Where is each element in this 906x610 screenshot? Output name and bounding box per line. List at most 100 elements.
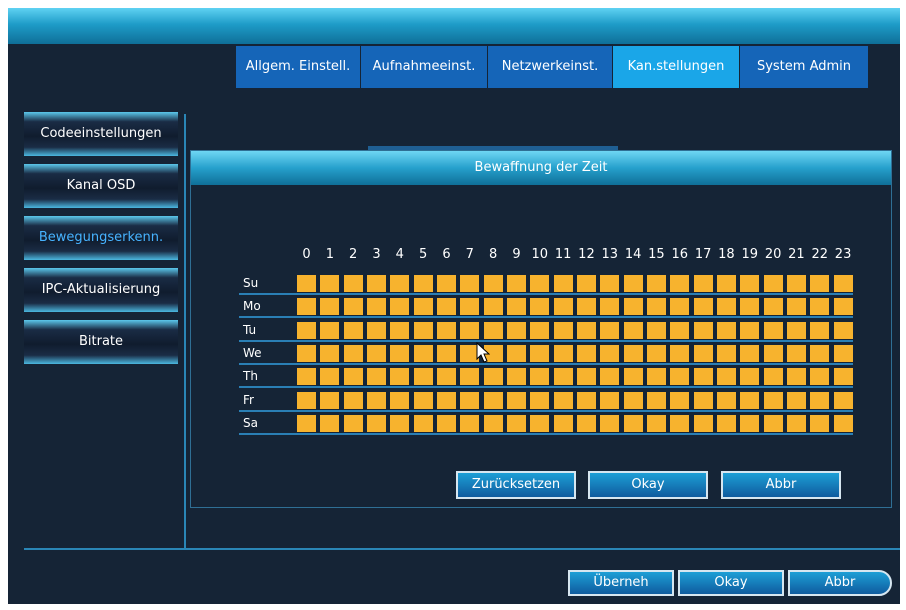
schedule-cell[interactable] — [693, 344, 713, 362]
schedule-cell[interactable] — [763, 368, 783, 386]
schedule-cell[interactable] — [413, 321, 433, 339]
schedule-cell[interactable] — [716, 275, 736, 292]
schedule-cell[interactable] — [553, 275, 573, 292]
schedule-cell[interactable] — [460, 368, 480, 386]
schedule-cell[interactable] — [833, 321, 853, 339]
apply-button[interactable]: Überneh — [568, 570, 674, 596]
schedule-cell[interactable] — [390, 298, 410, 316]
schedule-cell[interactable] — [436, 321, 456, 339]
sidebar-item-code-settings[interactable]: Codeeinstellungen — [24, 112, 178, 156]
schedule-cell[interactable] — [810, 368, 830, 386]
schedule-cell[interactable] — [740, 414, 760, 432]
schedule-cell[interactable] — [483, 321, 503, 339]
schedule-cell[interactable] — [576, 298, 596, 316]
schedule-cell[interactable] — [670, 368, 690, 386]
schedule-cell[interactable] — [833, 368, 853, 386]
schedule-cell[interactable] — [436, 298, 456, 316]
schedule-cell[interactable] — [786, 368, 806, 386]
schedule-cell[interactable] — [343, 414, 363, 432]
schedule-cell[interactable] — [670, 298, 690, 316]
tab-system-admin[interactable]: System Admin — [740, 46, 868, 88]
schedule-cell[interactable] — [786, 391, 806, 409]
schedule-cell[interactable] — [623, 321, 643, 339]
schedule-cell[interactable] — [600, 344, 620, 362]
schedule-cell[interactable] — [600, 298, 620, 316]
schedule-cell[interactable] — [740, 344, 760, 362]
schedule-cell[interactable] — [576, 368, 596, 386]
schedule-cell[interactable] — [413, 368, 433, 386]
schedule-cell[interactable] — [670, 275, 690, 292]
schedule-cell[interactable] — [413, 414, 433, 432]
schedule-cell[interactable] — [483, 275, 503, 292]
schedule-cell[interactable] — [553, 414, 573, 432]
sidebar-item-bitrate[interactable]: Bitrate — [24, 320, 178, 364]
schedule-cell[interactable] — [600, 275, 620, 292]
schedule-cell[interactable] — [716, 321, 736, 339]
schedule-cell[interactable] — [553, 298, 573, 316]
schedule-cell[interactable] — [343, 391, 363, 409]
schedule-cell[interactable] — [343, 344, 363, 362]
schedule-cell[interactable] — [810, 344, 830, 362]
ok-button[interactable]: Okay — [678, 570, 784, 596]
schedule-cell[interactable] — [413, 391, 433, 409]
schedule-cell[interactable] — [786, 414, 806, 432]
schedule-cell[interactable] — [693, 368, 713, 386]
schedule-cell[interactable] — [366, 391, 386, 409]
schedule-cell[interactable] — [716, 414, 736, 432]
schedule-cell[interactable] — [366, 344, 386, 362]
tab-channel-settings[interactable]: Kan.stellungen — [613, 46, 739, 88]
schedule-cell[interactable] — [320, 414, 340, 432]
schedule-cell[interactable] — [786, 344, 806, 362]
schedule-cell[interactable] — [320, 368, 340, 386]
schedule-cell[interactable] — [436, 414, 456, 432]
schedule-cell[interactable] — [483, 298, 503, 316]
schedule-cell[interactable] — [576, 391, 596, 409]
sidebar-item-ipc-update[interactable]: IPC-Aktualisierung — [24, 268, 178, 312]
schedule-cell[interactable] — [786, 298, 806, 316]
schedule-cell[interactable] — [390, 344, 410, 362]
tab-general-settings[interactable]: Allgem. Einstell. — [236, 46, 360, 88]
schedule-cell[interactable] — [763, 391, 783, 409]
schedule-cell[interactable] — [413, 344, 433, 362]
schedule-cell[interactable] — [786, 321, 806, 339]
schedule-cell[interactable] — [833, 344, 853, 362]
schedule-cell[interactable] — [390, 321, 410, 339]
schedule-cell[interactable] — [600, 321, 620, 339]
schedule-cell[interactable] — [413, 275, 433, 292]
schedule-cell[interactable] — [413, 298, 433, 316]
schedule-cell[interactable] — [506, 275, 526, 292]
schedule-cell[interactable] — [297, 298, 316, 316]
schedule-cell[interactable] — [366, 275, 386, 292]
schedule-cell[interactable] — [460, 321, 480, 339]
schedule-cell[interactable] — [576, 344, 596, 362]
schedule-cell[interactable] — [297, 391, 316, 409]
schedule-cell[interactable] — [693, 275, 713, 292]
schedule-cell[interactable] — [343, 368, 363, 386]
schedule-cell[interactable] — [506, 368, 526, 386]
schedule-cell[interactable] — [553, 344, 573, 362]
schedule-cell[interactable] — [693, 321, 713, 339]
schedule-cell[interactable] — [530, 368, 550, 386]
schedule-cell[interactable] — [343, 321, 363, 339]
schedule-cell[interactable] — [693, 391, 713, 409]
schedule-cell[interactable] — [320, 321, 340, 339]
schedule-cell[interactable] — [390, 391, 410, 409]
schedule-cell[interactable] — [460, 275, 480, 292]
schedule-cell[interactable] — [763, 414, 783, 432]
schedule-cell[interactable] — [483, 368, 503, 386]
schedule-cell[interactable] — [366, 321, 386, 339]
schedule-cell[interactable] — [693, 414, 713, 432]
schedule-cell[interactable] — [833, 298, 853, 316]
schedule-cell[interactable] — [436, 344, 456, 362]
schedule-cell[interactable] — [693, 298, 713, 316]
schedule-cell[interactable] — [646, 391, 666, 409]
schedule-cell[interactable] — [646, 321, 666, 339]
schedule-cell[interactable] — [623, 368, 643, 386]
schedule-cell[interactable] — [763, 321, 783, 339]
schedule-cell[interactable] — [763, 344, 783, 362]
schedule-cell[interactable] — [623, 391, 643, 409]
schedule-cell[interactable] — [833, 275, 853, 292]
schedule-cell[interactable] — [506, 298, 526, 316]
schedule-cell[interactable] — [600, 414, 620, 432]
sidebar-item-motion-detection[interactable]: Bewegungserkenn. — [24, 216, 178, 260]
